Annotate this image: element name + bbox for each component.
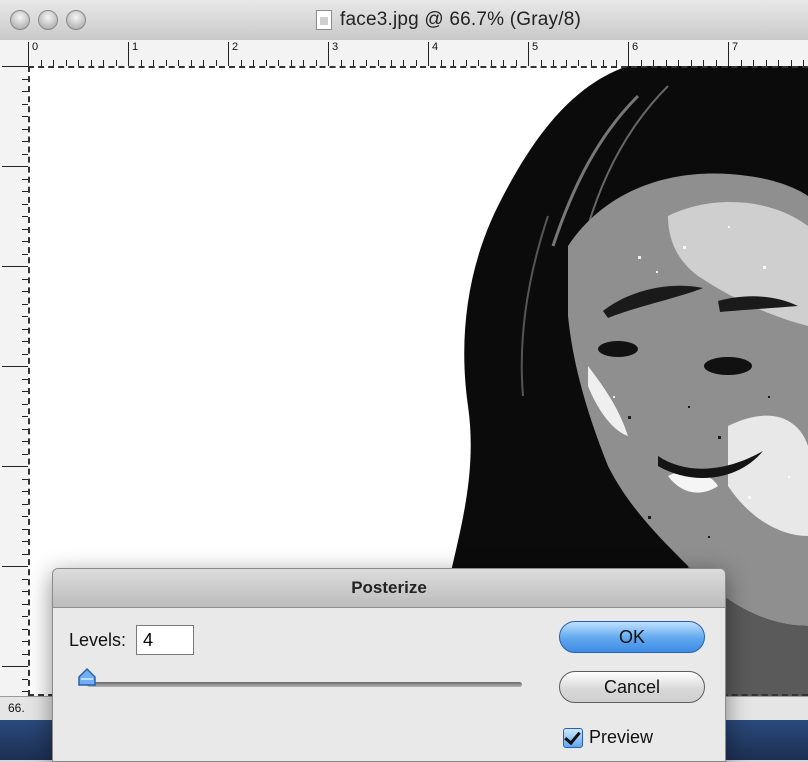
ruler-tick (728, 42, 729, 66)
zoom-level[interactable]: 66. (8, 701, 25, 715)
levels-slider[interactable] (87, 682, 522, 687)
ruler-number: 5 (532, 41, 539, 53)
levels-label: Levels: (69, 629, 127, 650)
cancel-button[interactable]: Cancel (559, 671, 705, 703)
slider-thumb-icon[interactable] (77, 667, 97, 687)
ruler-tick (2, 466, 28, 467)
levels-row: Levels: (69, 625, 195, 655)
ok-button-label: OK (618, 626, 645, 647)
ruler-number: 4 (432, 41, 439, 53)
ruler-number: 6 (632, 41, 639, 53)
ruler-left[interactable] (0, 66, 29, 710)
minimize-traffic-icon[interactable] (38, 10, 58, 30)
ruler-tick (628, 42, 629, 66)
window-title: face3.jpg @ 66.7% (Gray/8) (340, 9, 581, 30)
preview-label: Preview (589, 727, 654, 747)
ruler-tick (528, 42, 529, 66)
close-traffic-icon[interactable] (10, 10, 30, 30)
ruler-top[interactable]: 0 1 2 3 4 5 6 7 (0, 40, 808, 67)
ruler-number: 3 (332, 41, 339, 53)
ruler-number: 7 (732, 41, 739, 53)
ruler-tick (28, 42, 29, 66)
ruler-tick (228, 42, 229, 66)
ruler-tick (128, 42, 129, 66)
window-title-group: face3.jpg @ 66.7% (Gray/8) (316, 6, 581, 34)
ruler-tick (328, 42, 329, 66)
ruler-tick (2, 66, 28, 67)
ruler-number: 2 (232, 41, 239, 53)
document-icon (316, 10, 332, 30)
ruler-tick (2, 266, 28, 267)
posterize-dialog: Posterize Levels: OK Cancel Preview (52, 568, 726, 762)
cancel-button-label: Cancel (603, 676, 661, 697)
preview-checkbox-row[interactable]: Preview (563, 727, 653, 748)
title-bar: face3.jpg @ 66.7% (Gray/8) (0, 0, 808, 41)
ruler-number: 0 (32, 41, 39, 53)
ruler-tick (2, 366, 28, 367)
ruler-number: 1 (132, 41, 139, 53)
ruler-tick (428, 42, 429, 66)
dialog-title: Posterize (351, 578, 427, 597)
ruler-tick (2, 566, 28, 567)
ruler-tick (2, 166, 28, 167)
levels-input[interactable] (136, 625, 195, 655)
checkbox-check-icon[interactable] (563, 727, 583, 748)
ok-button[interactable]: OK (559, 621, 705, 653)
ruler-tick (2, 666, 28, 667)
dialog-title-bar[interactable]: Posterize (53, 569, 725, 608)
zoom-traffic-icon[interactable] (66, 10, 86, 30)
